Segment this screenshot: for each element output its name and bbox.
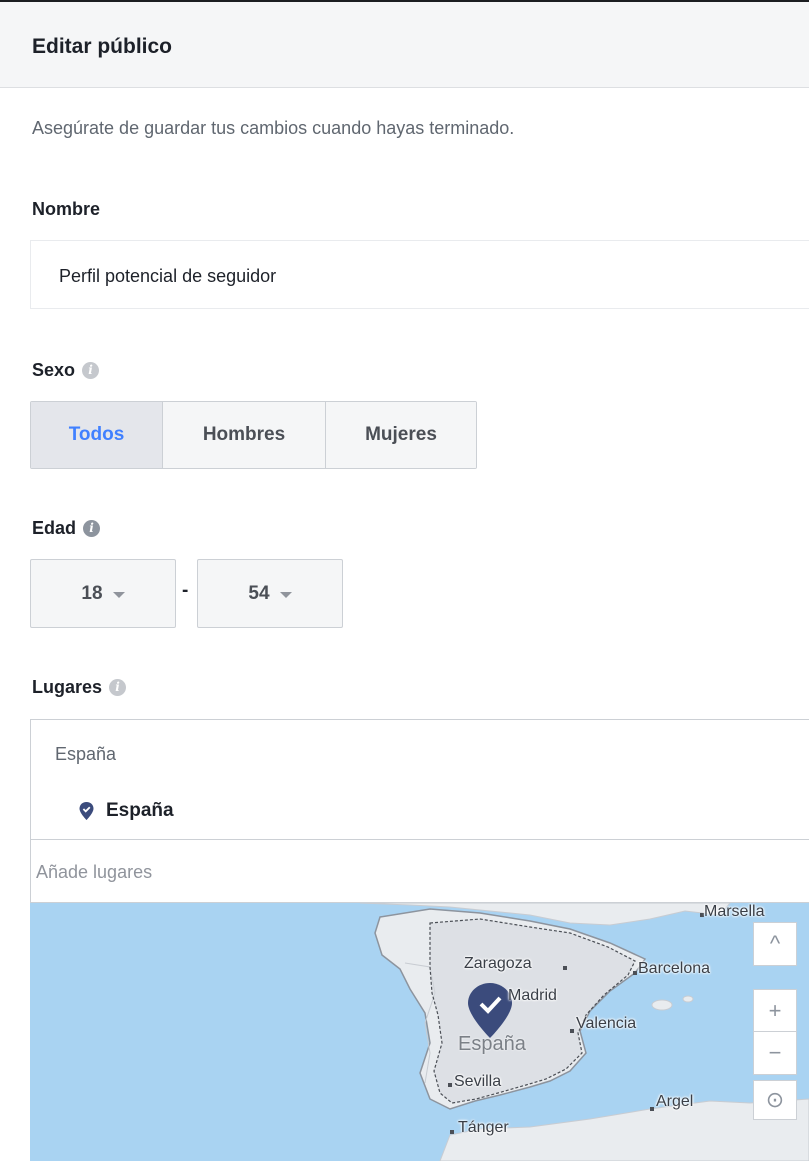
name-label: Nombre (32, 199, 101, 219)
places-list: España España (30, 719, 809, 840)
gender-option-todos[interactable]: Todos (31, 402, 162, 468)
info-icon[interactable]: i (109, 679, 127, 696)
chevron-down-icon (112, 591, 125, 598)
map-city-label: Madrid (508, 987, 557, 1004)
chevron-down-icon (279, 591, 292, 598)
map-city-label: Marsella (704, 903, 765, 920)
gender-label: Sexo i (32, 360, 100, 381)
chevron-up-icon: ^ (769, 931, 781, 956)
zoom-out-button[interactable]: − (753, 1032, 797, 1075)
recenter-icon: ⊙ (765, 1087, 785, 1112)
map-collapse-button[interactable]: ^ (753, 922, 797, 966)
location-map[interactable]: Marsella Zaragoza Barcelona Madrid Valen… (30, 903, 809, 1161)
gender-option-hombres[interactable]: Hombres (162, 402, 325, 468)
gender-selector: Todos Hombres Mujeres (30, 401, 477, 469)
age-label: Edad i (32, 518, 101, 539)
age-min-value: 18 (81, 582, 103, 604)
add-places-placeholder: Añade lugares (36, 862, 153, 882)
dialog-header: Editar público (0, 2, 809, 88)
map-city-label: Sevilla (454, 1073, 502, 1090)
recenter-button[interactable]: ⊙ (753, 1080, 797, 1120)
name-input[interactable]: Perfil potencial de seguidor (30, 240, 809, 309)
places-group-header: España (55, 744, 117, 764)
zoom-in-button[interactable]: + (753, 989, 797, 1032)
map-city-label: Zaragoza (464, 955, 532, 972)
name-input-value: Perfil potencial de seguidor (59, 266, 277, 286)
map-city-label: Valencia (576, 1015, 637, 1032)
minus-icon: − (768, 1040, 782, 1065)
age-min-dropdown[interactable]: 18 (30, 559, 176, 628)
map-city-label: Tánger (458, 1119, 509, 1136)
add-places-input[interactable]: Añade lugares (30, 840, 809, 903)
age-separator: - (182, 580, 189, 601)
map-graphic (359, 903, 809, 1161)
plus-icon: + (768, 997, 782, 1023)
info-icon[interactable]: i (83, 520, 101, 537)
map-city-label: Argel (656, 1093, 694, 1110)
age-max-value: 54 (248, 582, 270, 604)
dialog-title: Editar público (32, 35, 173, 58)
info-icon[interactable]: i (82, 362, 100, 379)
map-city-label: Barcelona (638, 960, 711, 977)
places-label: Lugares i (32, 677, 127, 698)
age-max-dropdown[interactable]: 54 (197, 559, 343, 628)
map-country-label: España (458, 1033, 526, 1055)
save-hint: Asegúrate de guardar tus cambios cuando … (32, 118, 515, 138)
selected-place-label: España (106, 800, 174, 821)
location-pin-icon (79, 802, 94, 820)
gender-option-mujeres[interactable]: Mujeres (325, 402, 476, 468)
selected-place-item[interactable]: España (79, 800, 174, 822)
